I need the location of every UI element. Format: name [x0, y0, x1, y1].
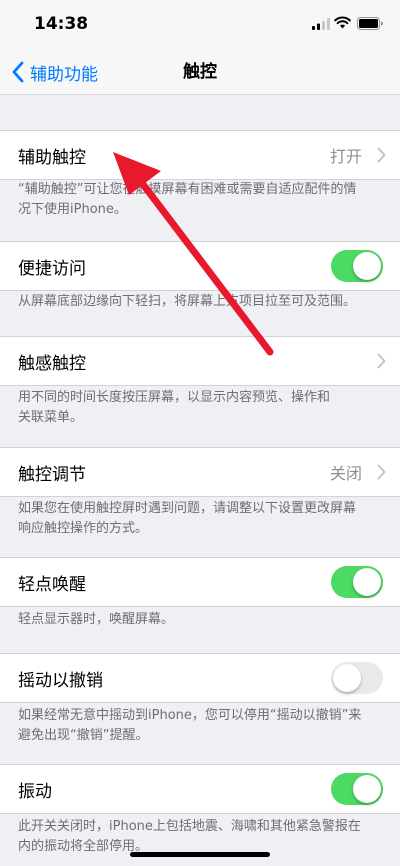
row-label: 便捷访问 [18, 258, 86, 279]
wifi-icon [334, 16, 351, 29]
row-footer: 用不同的时间长度按压屏幕，以显示内容预览、操作和 关联菜单。 [18, 388, 383, 428]
back-button[interactable]: 辅助功能 [8, 50, 98, 94]
signal-icon [312, 18, 330, 30]
chevron-right-icon [377, 464, 386, 480]
back-label: 辅助功能 [30, 64, 98, 85]
row-reachability: 便捷访问 [0, 241, 400, 291]
footer-line: 轻点显示器时，唤醒屏幕。 [18, 612, 175, 627]
row-footer: “辅助触控”可让您在触摸屏幕有困难或需要自适应配件的情 况下使用iPhone。 [18, 180, 383, 220]
footer-line: 响应触控操作的方式。 [18, 521, 149, 536]
chevron-right-icon [377, 353, 386, 369]
footer-line: “辅助触控”可让您在触摸屏幕有困难或需要自适应配件的情 [18, 182, 357, 197]
row-vibration: 振动 [0, 764, 400, 814]
footer-line: 关联菜单。 [18, 410, 84, 425]
row-value: 打开 [329, 147, 362, 166]
footer-line: 如果您在使用触控屏时遇到问题，请调整以下设置更改屏幕 [18, 501, 357, 516]
toggle-knob [333, 664, 361, 692]
row-footer: 如果您在使用触控屏时遇到问题，请调整以下设置更改屏幕 响应触控操作的方式。 [18, 499, 383, 539]
row-shake-to-undo: 摇动以撤销 [0, 653, 400, 703]
footer-line: 况下使用iPhone。 [18, 202, 127, 217]
battery-icon [357, 17, 383, 30]
back-chevron-icon [12, 61, 24, 83]
row-label: 轻点唤醒 [18, 574, 86, 595]
home-indicator [130, 852, 270, 857]
row-tap-to-wake: 轻点唤醒 [0, 557, 400, 607]
footer-line: 用不同的时间长度按压屏幕，以显示内容预览、操作和 [18, 390, 331, 405]
row-footer: 从屏幕底部边缘向下轻扫，将屏幕上方项目拉至可及范围。 [18, 292, 383, 312]
nav-bar: 辅助功能 触控 [0, 50, 400, 95]
row-label: 摇动以撤销 [18, 670, 103, 691]
status-time: 14:38 [34, 14, 89, 34]
shake-to-undo-toggle[interactable] [331, 662, 383, 694]
row-label: 振动 [18, 781, 52, 802]
row-label: 触控调节 [18, 464, 86, 485]
footer-line: 此开关关闭时，iPhone上包括地震、海啸和其他紧急警报在 [18, 819, 361, 834]
row-value: 关闭 [329, 464, 362, 483]
row-footer: 此开关关闭时，iPhone上包括地震、海啸和其他紧急警报在 内的振动将全部停用。 [18, 817, 383, 857]
status-bar: 14:38 [0, 0, 400, 50]
row-touch-accommodations[interactable]: 触控调节 关闭 [0, 447, 400, 497]
toggle-knob [353, 775, 381, 803]
tap-to-wake-toggle[interactable] [331, 566, 383, 598]
chevron-right-icon [377, 147, 386, 163]
reachability-toggle[interactable] [331, 250, 383, 282]
footer-line: 从屏幕底部边缘向下轻扫，将屏幕上方项目拉至可及范围。 [18, 294, 357, 309]
row-assistive-touch[interactable]: 辅助触控 打开 [0, 130, 400, 180]
row-haptic-touch[interactable]: 触感触控 [0, 336, 400, 386]
row-label: 辅助触控 [18, 147, 86, 168]
footer-line: 避免出现“撤销”提醒。 [18, 728, 149, 743]
vibration-toggle[interactable] [331, 773, 383, 805]
footer-line: 如果经常无意中摇动到iPhone，您可以停用“摇动以撤销”来 [18, 708, 362, 723]
row-footer: 轻点显示器时，唤醒屏幕。 [18, 610, 383, 630]
toggle-knob [353, 568, 381, 596]
row-label: 触感触控 [18, 353, 86, 374]
row-footer: 如果经常无意中摇动到iPhone，您可以停用“摇动以撤销”来 避免出现“撤销”提… [18, 706, 383, 746]
toggle-knob [353, 252, 381, 280]
